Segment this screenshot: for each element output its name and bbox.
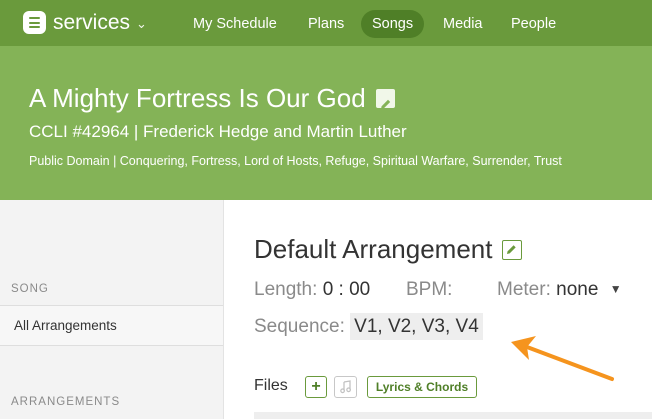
arrangement-sequence: Sequence: V1, V2, V3, V4 <box>254 313 483 340</box>
meter-value[interactable]: none <box>556 279 598 300</box>
song-title: A Mighty Fortress Is Our God <box>29 83 366 113</box>
song-subtitle: CCLI #42964 | Frederick Hedge and Martin… <box>29 122 407 141</box>
sequence-label: Sequence: <box>254 316 345 337</box>
edit-song-button[interactable] <box>375 88 395 109</box>
song-header: A Mighty Fortress Is Our God CCLI #42964… <box>0 46 652 200</box>
length-value: 0 : 00 <box>322 279 371 300</box>
nav-songs[interactable]: Songs <box>361 10 425 38</box>
app-name: services <box>53 11 131 34</box>
pencil-edit-icon <box>507 244 517 254</box>
files-label: Files <box>254 377 288 394</box>
top-navigation-bar: services ⌄ My Schedule Plans Songs Media… <box>0 0 652 46</box>
nav-plans[interactable]: Plans <box>297 10 355 38</box>
audio-file-button[interactable] <box>334 376 357 398</box>
arrangement-panel: Default Arrangement Length: 0 : 00 BPM: … <box>225 200 652 419</box>
caret-down-icon[interactable]: ▼ <box>610 282 622 296</box>
sidebar-item-all-arrangements[interactable]: All Arrangements <box>0 305 223 346</box>
lyrics-chords-button[interactable]: Lyrics & Chords <box>367 376 477 398</box>
song-title-row: A Mighty Fortress Is Our God <box>29 82 395 114</box>
song-tags: Public Domain | Conquering, Fortress, Lo… <box>29 154 562 168</box>
bpm-label: BPM: <box>406 279 453 300</box>
sidebar-section-arrangements: ARRANGEMENTS <box>11 396 121 408</box>
music-note-icon <box>339 380 351 394</box>
arrangement-meter[interactable]: Meter: none ▼ <box>497 279 622 301</box>
arrangement-length: Length: 0 : 00 <box>254 279 370 301</box>
services-logo-icon <box>23 11 46 34</box>
sidebar: SONG All Arrangements ARRANGEMENTS <box>0 200 224 419</box>
meter-label: Meter: <box>497 279 551 300</box>
sidebar-section-song: SONG <box>11 283 49 295</box>
sequence-value[interactable]: V1, V2, V3, V4 <box>350 313 483 340</box>
length-label: Length: <box>254 279 318 300</box>
edit-arrangement-button[interactable] <box>502 239 523 260</box>
chevron-down-icon: ⌄ <box>136 15 147 31</box>
nav-people[interactable]: People <box>500 10 567 38</box>
nav-media[interactable]: Media <box>432 10 494 38</box>
plus-icon: + <box>311 378 321 395</box>
arrangement-bpm: BPM: <box>406 279 452 301</box>
add-file-button[interactable]: + <box>305 376 327 398</box>
arrangement-title-row: Default Arrangement <box>254 234 523 265</box>
app-switcher[interactable]: services ⌄ <box>23 11 147 34</box>
arrangement-title: Default Arrangement <box>254 234 493 264</box>
pencil-edit-icon <box>380 99 390 109</box>
files-list-area <box>254 412 652 419</box>
nav-my-schedule[interactable]: My Schedule <box>182 10 288 38</box>
